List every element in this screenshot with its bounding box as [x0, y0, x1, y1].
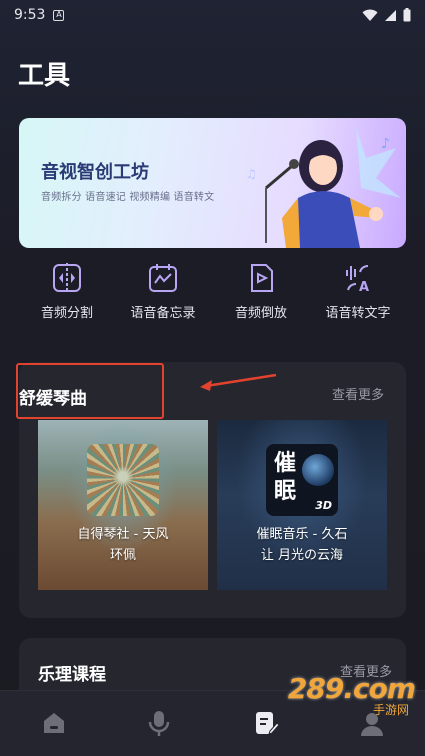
tool-label: 音频倒放 — [234, 306, 287, 321]
singer-illustration-icon: ♪ ♫ — [246, 128, 401, 248]
banner-title: 音视智创工坊 — [41, 162, 149, 183]
music-title-line: 让 月光の云海 — [260, 548, 344, 563]
signal-icon — [385, 9, 396, 21]
soothing-more-link[interactable]: 查看更多 — [332, 384, 384, 403]
nav-tools[interactable] — [252, 709, 282, 739]
tool-voice-memo[interactable]: 语音备忘录 — [113, 262, 213, 321]
music-title-line: 催眠音乐 - 久石 — [256, 527, 348, 542]
audio-reverse-icon — [251, 264, 273, 292]
cover-text: 催眠 — [274, 451, 297, 504]
svg-text:♪: ♪ — [381, 136, 390, 152]
tool-label: 音频分割 — [40, 306, 93, 321]
earth-icon — [302, 454, 334, 486]
music-caption: 自得琴社 - 天风 环佩 — [38, 524, 208, 566]
annotation-highlight-box — [16, 363, 164, 419]
music-item[interactable]: 催眠 3D 催眠音乐 - 久石 让 月光の云海 — [217, 420, 387, 590]
svg-text:♫: ♫ — [246, 167, 257, 181]
music-caption: 催眠音乐 - 久石 让 月光の云海 — [217, 524, 387, 566]
status-time: 9:53 — [14, 7, 46, 23]
tool-label: 语音备忘录 — [130, 306, 196, 321]
speech-to-text-icon: A — [346, 265, 369, 294]
audio-split-icon — [53, 263, 81, 293]
app-screen: 9:53 A 工具 音视智创工坊 音频拆分 语音速记 视频精编 语音转文 ♪ ♫… — [0, 0, 425, 756]
music-title-line: 自得琴社 - 天风 — [77, 527, 169, 542]
home-icon — [44, 713, 64, 733]
site-watermark: 289.com 手游网 — [288, 672, 416, 718]
status-bar: 9:53 A — [0, 0, 425, 30]
svg-text:A: A — [359, 280, 369, 294]
battery-icon — [403, 8, 411, 22]
tool-audio-split[interactable]: 音频分割 — [17, 262, 117, 321]
tools-row: 音频分割 语音备忘录 音频倒放 A 语音转文字 — [0, 262, 425, 337]
music-item[interactable]: 自得琴社 - 天风 环佩 — [38, 420, 208, 590]
page-title: 工具 — [18, 61, 71, 91]
annotation-arrow-icon — [200, 373, 277, 391]
theory-section-title: 乐理课程 — [38, 665, 106, 685]
album-cover — [87, 444, 159, 516]
tool-label: 语音转文字 — [325, 306, 391, 321]
tool-audio-reverse[interactable]: 音频倒放 — [211, 262, 311, 321]
tool-speech-to-text[interactable]: A 语音转文字 — [308, 262, 408, 321]
music-title-line: 环佩 — [109, 548, 136, 563]
voice-memo-icon — [149, 264, 177, 292]
notification-icon: A — [53, 9, 65, 21]
cover-badge: 3D — [315, 499, 332, 512]
nav-home[interactable] — [40, 709, 70, 739]
nav-record[interactable] — [145, 709, 175, 739]
wifi-icon — [362, 9, 378, 21]
status-icons — [362, 8, 411, 22]
document-edit-icon — [256, 712, 280, 735]
microphone-icon — [148, 711, 170, 736]
promo-banner[interactable]: 音视智创工坊 音频拆分 语音速记 视频精编 语音转文 ♪ ♫ — [19, 118, 406, 248]
banner-subtitle: 音频拆分 语音速记 视频精编 语音转文 — [41, 192, 215, 203]
album-cover: 催眠 3D — [266, 444, 338, 516]
